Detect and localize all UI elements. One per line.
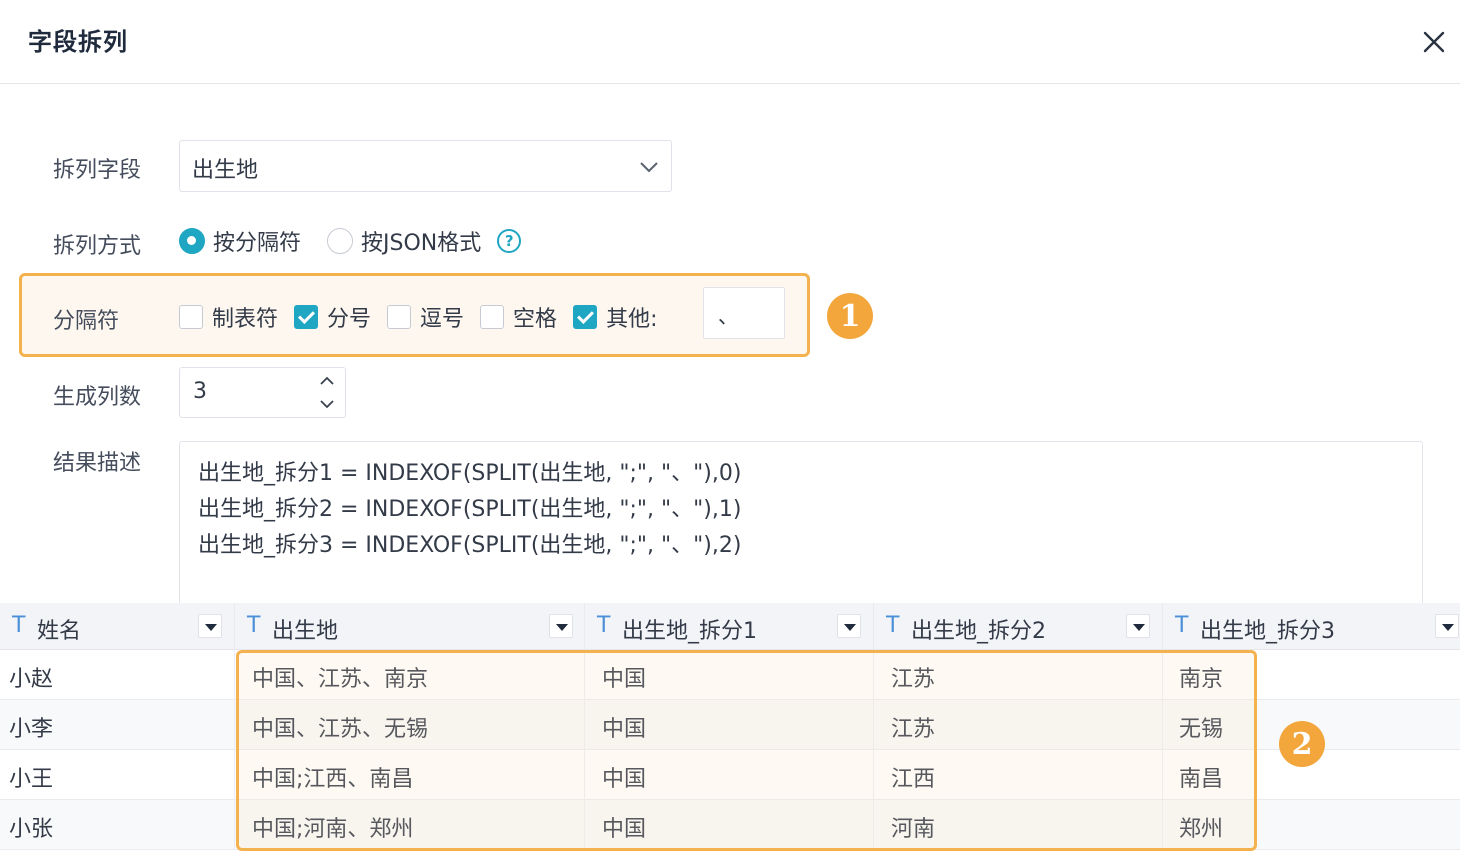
chevron-up-icon[interactable] xyxy=(318,372,336,390)
result-line-3: 出生地_拆分3 = INDEXOF(SPLIT(出生地, ";", "、"),2… xyxy=(198,533,742,558)
table-cell: 中国 xyxy=(602,667,647,692)
table-cell: 小王 xyxy=(9,767,54,792)
text-type-icon: T xyxy=(886,613,900,638)
dialog-title: 字段拆列 xyxy=(28,28,128,56)
caret-down-icon[interactable] xyxy=(198,614,222,638)
checkbox-other-label[interactable]: 其他: xyxy=(606,301,657,333)
delimiter-label: 分隔符 xyxy=(53,309,120,334)
text-type-icon: T xyxy=(1175,613,1189,638)
column-header-label: 出生地 xyxy=(272,619,339,644)
checkbox-tab-label[interactable]: 制表符 xyxy=(212,301,278,333)
table-cell: 中国 xyxy=(602,817,647,842)
caret-down-icon[interactable] xyxy=(1126,614,1150,638)
table-cell: 南昌 xyxy=(1179,767,1224,792)
table-row: 小赵 中国、江苏、南京 中国 江苏 南京 xyxy=(0,650,1460,700)
radio-json-label[interactable]: 按JSON格式 xyxy=(361,225,481,257)
checkbox-semicolon[interactable] xyxy=(294,305,319,329)
callout-badge-2: 2 xyxy=(1279,721,1325,767)
table-row: 小王 中国;江西、南昌 中国 江西 南昌 xyxy=(0,750,1460,800)
column-count-value: 3 xyxy=(193,379,207,404)
caret-down-icon[interactable] xyxy=(549,614,573,638)
text-type-icon: T xyxy=(597,613,611,638)
radio-delimiter[interactable] xyxy=(179,228,205,254)
text-type-icon: T xyxy=(12,613,26,638)
table-cell: 中国 xyxy=(602,717,647,742)
column-count-stepper[interactable]: 3 xyxy=(179,367,346,418)
split-field-value: 出生地 xyxy=(192,158,259,183)
table-cell: 中国、江苏、南京 xyxy=(252,667,429,692)
checkbox-space[interactable] xyxy=(480,305,505,329)
result-line-2: 出生地_拆分2 = INDEXOF(SPLIT(出生地, ";", "、"),1… xyxy=(198,497,742,522)
checkbox-comma-label[interactable]: 逗号 xyxy=(420,301,464,333)
checkbox-other[interactable] xyxy=(573,305,598,329)
table-row: 小张 中国;河南、郑州 中国 河南 郑州 xyxy=(0,800,1460,850)
table-cell: 河南 xyxy=(891,817,936,842)
checkbox-semicolon-label[interactable]: 分号 xyxy=(327,301,371,333)
checkbox-space-label[interactable]: 空格 xyxy=(513,301,557,333)
other-delimiter-value: 、 xyxy=(718,304,738,328)
table-cell: 中国、江苏、无锡 xyxy=(252,717,429,742)
table-cell: 无锡 xyxy=(1179,717,1224,742)
table-cell: 中国;江西、南昌 xyxy=(252,767,414,792)
table-cell: 小李 xyxy=(9,717,54,742)
split-method-label: 拆列方式 xyxy=(53,234,142,259)
split-field-label: 拆列字段 xyxy=(53,158,142,183)
table-row: 小李 中国、江苏、无锡 中国 江苏 无锡 xyxy=(0,700,1460,750)
chevron-down-icon[interactable] xyxy=(318,395,336,413)
column-header-label: 姓名 xyxy=(37,619,82,644)
result-description-box: 出生地_拆分1 = INDEXOF(SPLIT(出生地, ";", "、"),0… xyxy=(179,441,1423,621)
column-header-split3[interactable]: T 出生地_拆分3 xyxy=(1163,603,1460,650)
caret-down-icon[interactable] xyxy=(1435,614,1459,638)
radio-json[interactable] xyxy=(327,228,354,254)
table-cell: 郑州 xyxy=(1179,817,1224,842)
split-method-radio-group: 按分隔符 按JSON格式 ? xyxy=(179,225,522,257)
column-count-label: 生成列数 xyxy=(53,385,142,410)
checkbox-comma[interactable] xyxy=(387,305,412,329)
column-header-label: 出生地_拆分2 xyxy=(911,619,1046,644)
radio-delimiter-label[interactable]: 按分隔符 xyxy=(213,225,301,257)
column-header-name[interactable]: T 姓名 xyxy=(0,603,235,650)
result-description-label: 结果描述 xyxy=(53,451,142,476)
split-field-select[interactable]: 出生地 xyxy=(179,140,672,192)
close-icon[interactable] xyxy=(1418,26,1450,58)
table-header: T 姓名 T 出生地 T 出生地_拆分1 T 出生地_拆分2 T 出生地_拆分3 xyxy=(0,603,1460,650)
table-cell: 南京 xyxy=(1179,667,1224,692)
table-cell: 小赵 xyxy=(9,667,54,692)
column-header-split2[interactable]: T 出生地_拆分2 xyxy=(874,603,1163,650)
table-cell: 江苏 xyxy=(891,667,936,692)
dialog-header: 字段拆列 xyxy=(0,0,1460,84)
caret-down-icon[interactable] xyxy=(837,614,861,638)
table-cell: 中国;河南、郑州 xyxy=(252,817,414,842)
chevron-down-icon xyxy=(640,162,658,173)
column-header-label: 出生地_拆分1 xyxy=(622,619,757,644)
table-cell: 中国 xyxy=(602,767,647,792)
table-cell: 江西 xyxy=(891,767,936,792)
table-cell: 小张 xyxy=(9,817,54,842)
other-delimiter-input[interactable]: 、 xyxy=(703,287,785,339)
delimiter-options: 制表符 分号 逗号 空格 其他: xyxy=(179,300,673,334)
column-header-split1[interactable]: T 出生地_拆分1 xyxy=(585,603,874,650)
callout-badge-1: 1 xyxy=(827,293,873,339)
checkbox-tab[interactable] xyxy=(179,305,203,329)
help-icon[interactable]: ? xyxy=(497,229,522,253)
column-header-birthplace[interactable]: T 出生地 xyxy=(235,603,585,650)
column-header-label: 出生地_拆分3 xyxy=(1200,619,1335,644)
table-cell: 江苏 xyxy=(891,717,936,742)
result-line-1: 出生地_拆分1 = INDEXOF(SPLIT(出生地, ";", "、"),0… xyxy=(198,461,742,486)
text-type-icon: T xyxy=(247,613,261,638)
